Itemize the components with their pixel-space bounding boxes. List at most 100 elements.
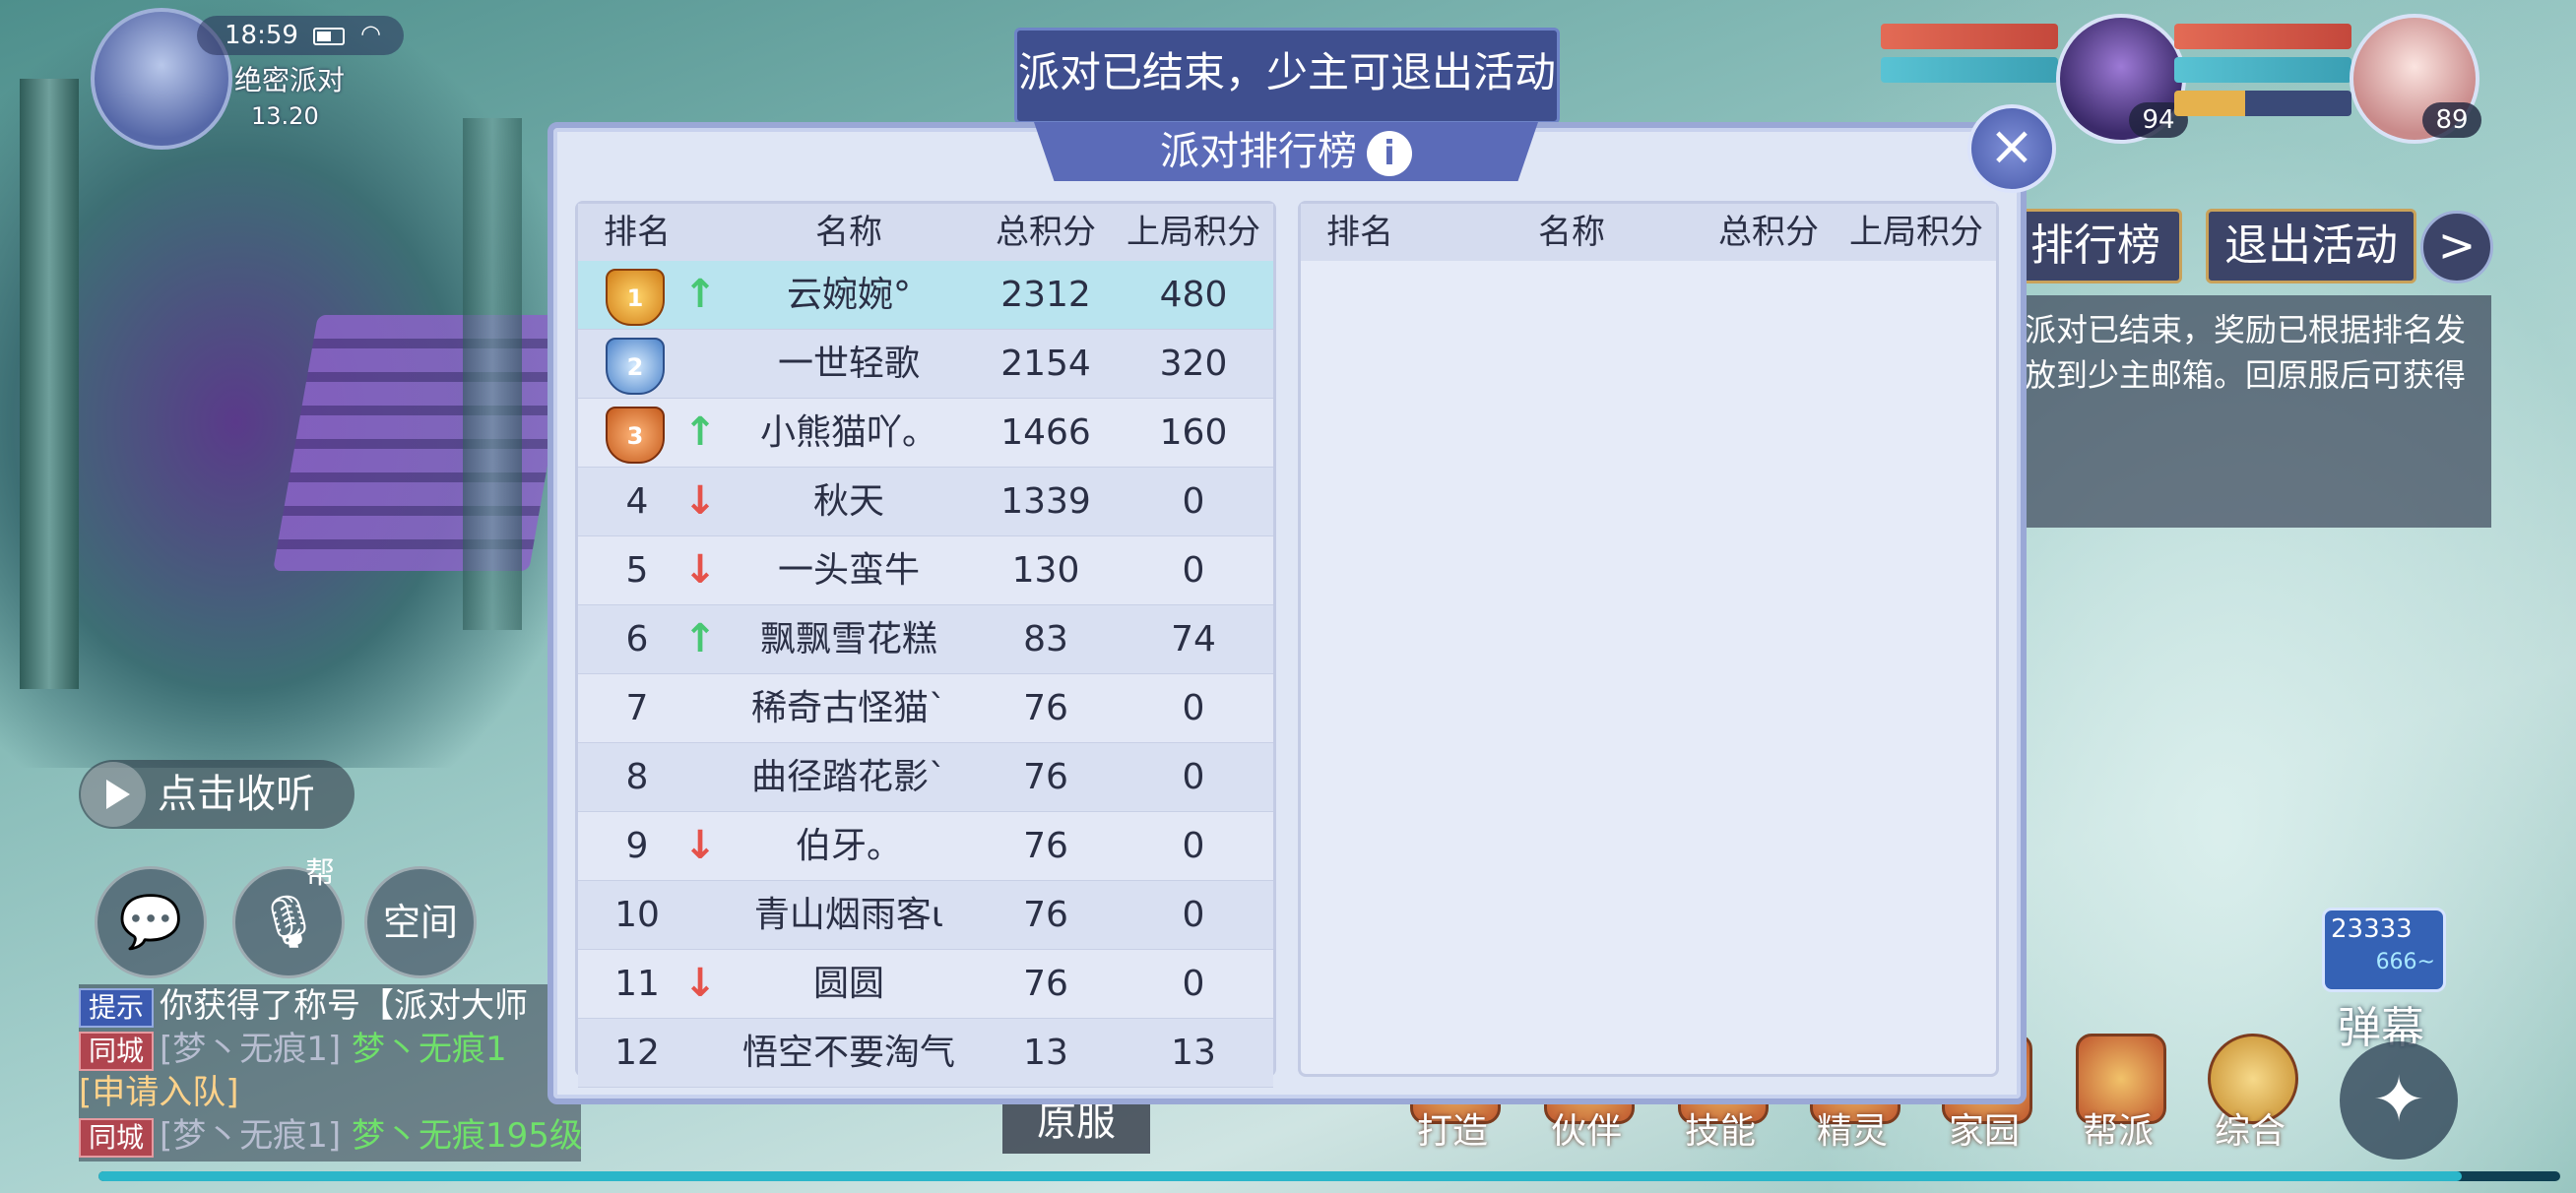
- hp-bar: [2174, 24, 2351, 49]
- arrow-up-icon: ↑: [683, 616, 717, 661]
- rank-cell: 8: [625, 757, 649, 797]
- table-row[interactable]: 1 ↑ 云婉婉° 2312 480: [578, 261, 1273, 330]
- header-name: 名称: [815, 213, 882, 252]
- pillar-left: [20, 79, 79, 689]
- member-bars: [1881, 24, 2058, 91]
- table-row[interactable]: 3 ↑ 小熊猫吖。 1466 160: [578, 399, 1273, 468]
- apply-join-link[interactable]: [申请入队]: [79, 1073, 239, 1112]
- rank-tab[interactable]: 排行榜: [2009, 209, 2182, 283]
- table-row[interactable]: 7 稀奇古怪猫` 76 0: [578, 674, 1273, 743]
- header-last: 上局积分: [1127, 213, 1260, 252]
- table-row[interactable]: 5 ↓ 一头蛮牛 130 0: [578, 536, 1273, 605]
- header-total: 总积分: [996, 213, 1096, 252]
- chat-speaker[interactable]: [梦丶无痕1]: [160, 1116, 341, 1156]
- channel-tag: 提示: [79, 988, 155, 1028]
- danmu-button[interactable]: 23333 666~: [2322, 908, 2446, 992]
- listen-label: 点击收听: [158, 772, 315, 817]
- close-icon[interactable]: ×: [1967, 104, 2056, 193]
- bronze-medal-icon: 3: [606, 407, 665, 464]
- total-score-cell: 1339: [1000, 481, 1091, 522]
- chat-icon[interactable]: 💬: [95, 866, 207, 978]
- info-icon[interactable]: i: [1367, 131, 1412, 176]
- chat-text: 你获得了称号【派对大师: [160, 986, 529, 1026]
- chat-text: 梦丶无痕1: [352, 1030, 507, 1069]
- arrow-down-icon: ↓: [683, 478, 717, 524]
- name-cell: 一头蛮牛: [777, 550, 920, 591]
- last-score-cell: 74: [1171, 619, 1216, 659]
- member-level: 89: [2422, 102, 2481, 138]
- name-cell: 秋天: [812, 481, 884, 522]
- reward-notice: 派对已结束，奖励已根据排名发放到少主邮箱。回原服后可获得: [2009, 295, 2491, 528]
- event-ended-banner: 派对已结束，少主可退出活动: [1014, 28, 1560, 124]
- name-cell: 云婉婉°: [786, 275, 911, 315]
- menu-label: 帮派: [2082, 1111, 2154, 1152]
- hp-bar: [1881, 24, 2058, 49]
- exit-event-button[interactable]: 退出活动: [2206, 209, 2416, 283]
- sp-bar: [2174, 91, 2351, 116]
- name-cell: 稀奇古怪猫`: [750, 688, 946, 728]
- chat-line: 提示 你获得了称号【派对大师: [79, 984, 581, 1028]
- total-score-cell: 130: [1011, 550, 1080, 591]
- table-row[interactable]: 2 一世轻歌 2154 320: [578, 330, 1273, 399]
- last-score-cell: 0: [1182, 964, 1205, 1004]
- table-header: 排名 名称 总积分 上局积分: [578, 204, 1273, 261]
- name-cell: 一世轻歌: [777, 344, 920, 384]
- name-cell: 小熊猫吖。: [759, 412, 937, 453]
- arrow-right-icon[interactable]: >: [2420, 211, 2493, 283]
- chat-speaker[interactable]: [梦丶无痕1]: [160, 1030, 341, 1069]
- menu-label: 伙伴: [1550, 1111, 1622, 1152]
- total-score-cell: 2154: [1000, 344, 1091, 384]
- table-row[interactable]: 8 曲径踏花影` 76 0: [578, 743, 1273, 812]
- leaderboard-table-empty: 排名 名称 总积分 上局积分: [1298, 201, 1999, 1077]
- name-cell: 飘飘雪花糕: [759, 619, 937, 659]
- total-score-cell: 76: [1023, 826, 1068, 866]
- last-score-cell: 480: [1159, 275, 1228, 315]
- table-row[interactable]: 6 ↑ 飘飘雪花糕 83 74: [578, 605, 1273, 674]
- mp-bar: [2174, 57, 2351, 83]
- table-row[interactable]: 10 青山烟雨客ι 76 0: [578, 881, 1273, 950]
- rank-cell: 10: [614, 895, 660, 935]
- chat-line: [申请入队]: [79, 1071, 581, 1114]
- device-status: 18:59 ◠: [197, 16, 404, 55]
- last-score-cell: 0: [1182, 550, 1205, 591]
- menu-general[interactable]: 综合: [2196, 1034, 2304, 1152]
- table-row[interactable]: 9 ↓ 伯牙。 76 0: [578, 812, 1273, 881]
- exp-bar: [98, 1171, 2560, 1181]
- space-button[interactable]: 空间: [364, 866, 477, 978]
- dialog-title-bar: 派对排行榜 i: [1034, 122, 1538, 181]
- party-member-2[interactable]: 89: [2174, 14, 2499, 144]
- leaderboard-table: 排名 名称 总积分 上局积分 1 ↑ 云婉婉° 2312 480 2 一世轻歌 2154 320…: [575, 201, 1276, 1088]
- menu-label: 综合: [2214, 1111, 2286, 1152]
- table-header: 排名 名称 总积分 上局积分: [1301, 204, 1996, 261]
- rank-cell: 6: [625, 619, 649, 659]
- last-score-cell: 0: [1182, 826, 1205, 866]
- dialog-title: 派对排行榜: [1160, 129, 1357, 174]
- total-score-cell: 83: [1023, 619, 1068, 659]
- menu-label: 家园: [1948, 1111, 2020, 1152]
- map-name[interactable]: 绝密派对: [234, 59, 345, 98]
- table-row[interactable]: 12 悟空不要淘气 13 13: [578, 1019, 1273, 1088]
- compass-icon[interactable]: ✦: [2340, 1041, 2458, 1160]
- header-last: 上局积分: [1849, 213, 1983, 252]
- total-score-cell: 76: [1023, 964, 1068, 1004]
- arrow-down-icon: ↓: [683, 547, 717, 593]
- menu-guild[interactable]: 帮派: [2064, 1034, 2172, 1152]
- name-cell: 伯牙。: [795, 826, 902, 866]
- table-row[interactable]: 11 ↓ 圆圆 76 0: [578, 950, 1273, 1019]
- danmu-count: 23333: [2331, 914, 2413, 944]
- total-score-cell: 76: [1023, 757, 1068, 797]
- rank-cell: 5: [625, 550, 649, 591]
- arrow-up-icon: ↑: [683, 272, 717, 317]
- arrow-up-icon: ↑: [683, 409, 717, 455]
- header-rank: 排名: [1326, 213, 1393, 252]
- battery-icon: [313, 28, 345, 45]
- channel-tag: 同城: [79, 1032, 155, 1071]
- silver-medal-icon: 2: [606, 338, 665, 395]
- chat-line: 同城 [梦丶无痕1] 梦丶无痕1: [79, 1028, 581, 1071]
- chat-log[interactable]: 提示 你获得了称号【派对大师 同城 [梦丶无痕1] 梦丶无痕1 [申请入队] 同城[…: [79, 984, 581, 1162]
- rank-cell: 12: [614, 1033, 660, 1073]
- listen-button[interactable]: 点击收听: [79, 760, 354, 829]
- last-score-cell: 13: [1171, 1033, 1216, 1073]
- table-row[interactable]: 4 ↓ 秋天 1339 0: [578, 468, 1273, 536]
- total-score-cell: 76: [1023, 895, 1068, 935]
